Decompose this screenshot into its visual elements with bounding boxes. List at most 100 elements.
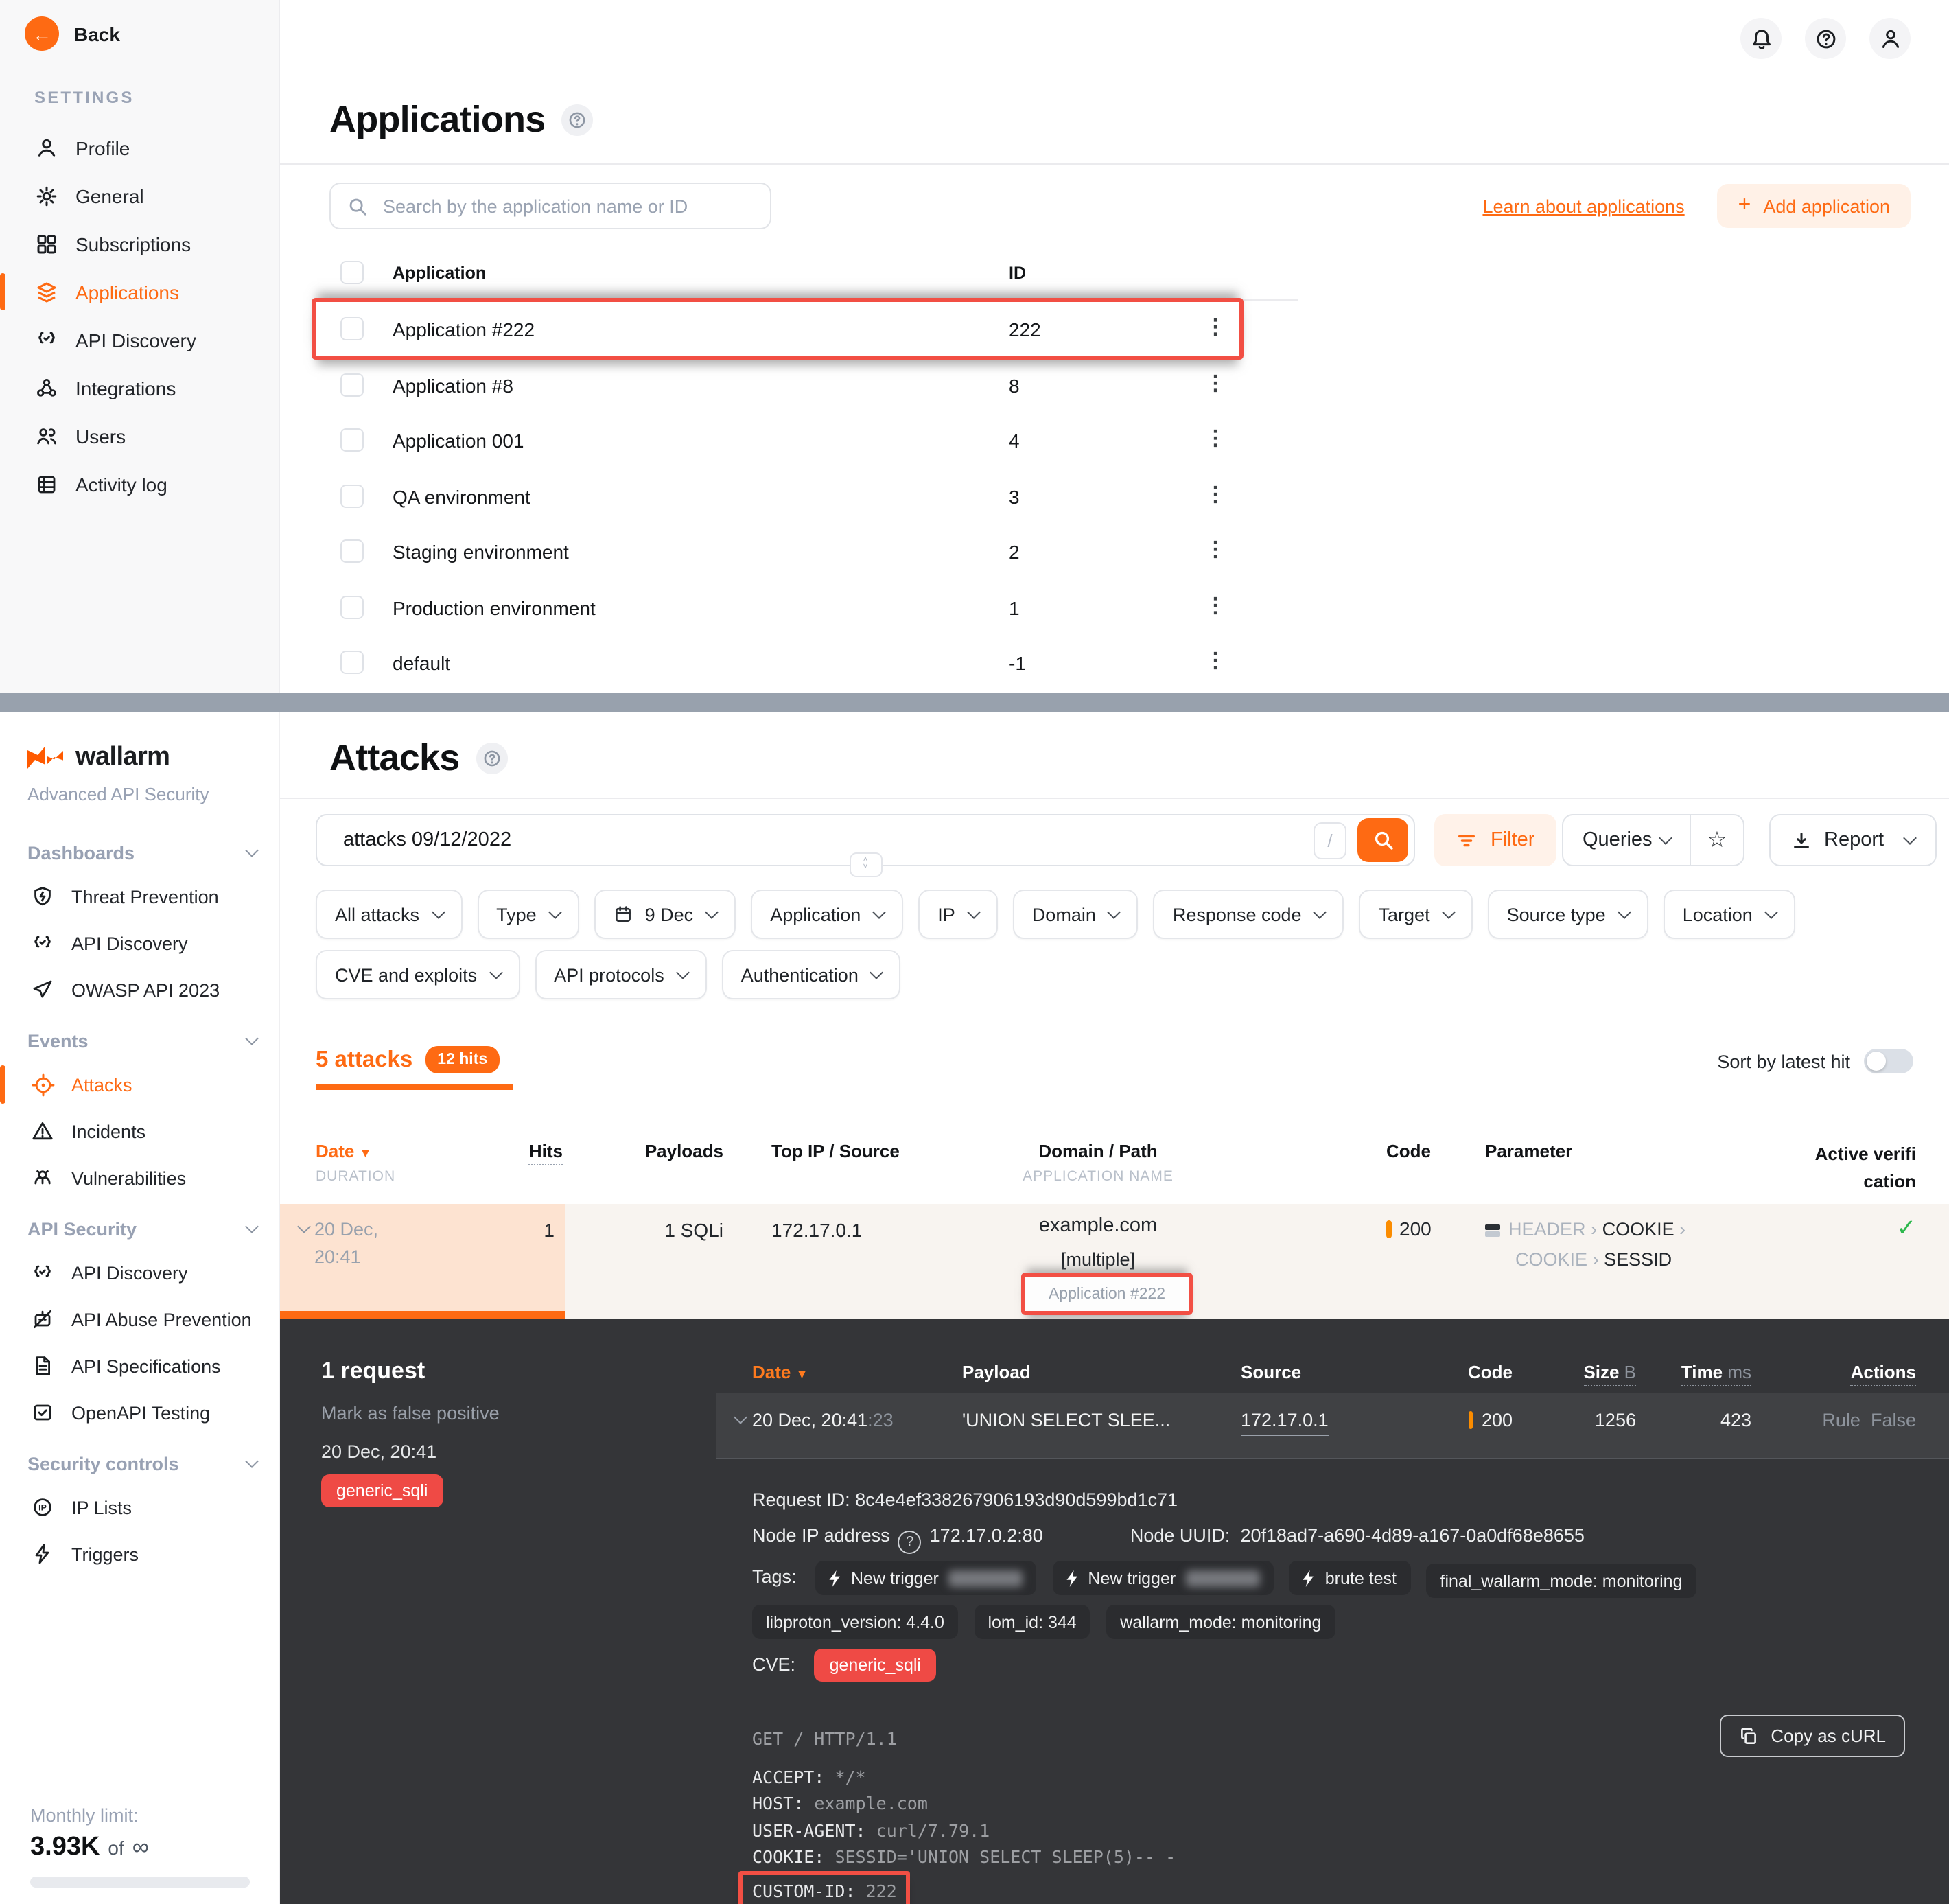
- chip-ip[interactable]: IP: [918, 890, 998, 939]
- row-kebab-menu-icon[interactable]: ⋮: [1205, 426, 1227, 452]
- sidebar-item-vulnerabilities[interactable]: Vulnerabilities: [0, 1154, 279, 1201]
- favorite-star-icon[interactable]: ☆: [1691, 815, 1744, 865]
- chip-authentication[interactable]: Authentication: [722, 950, 901, 999]
- chip-location[interactable]: Location: [1664, 890, 1795, 939]
- sidebar-item-incidents[interactable]: Incidents: [0, 1108, 279, 1154]
- select-all-checkbox[interactable]: [340, 261, 364, 284]
- tag-brute-test[interactable]: brute test: [1289, 1561, 1410, 1595]
- attack-row[interactable]: 20 Dec, 20:41 1 1 SQLi 172.17.0.1 exampl…: [280, 1204, 1949, 1319]
- row-kebab-menu-icon[interactable]: ⋮: [1205, 648, 1227, 675]
- chip-domain[interactable]: Domain: [1013, 890, 1139, 939]
- sidebar-item-activity-log[interactable]: Activity log: [0, 460, 279, 508]
- sidebar-item-api-abuse-prevention[interactable]: API Abuse Prevention: [0, 1296, 279, 1343]
- node-help-icon[interactable]: ?: [898, 1531, 922, 1554]
- dcolumn-time[interactable]: Time ms: [1653, 1362, 1751, 1382]
- sidebar-item-openapi-testing[interactable]: OpenAPI Testing: [0, 1389, 279, 1436]
- chip-response-code[interactable]: Response code: [1154, 890, 1344, 939]
- chip-target[interactable]: Target: [1359, 890, 1473, 939]
- row-checkbox[interactable]: [340, 317, 364, 340]
- row-checkbox[interactable]: [340, 539, 364, 563]
- tag-final-wallarm-mode[interactable]: final_wallarm_mode: monitoring: [1427, 1564, 1696, 1598]
- sidebar-item-subscriptions[interactable]: Subscriptions: [0, 220, 279, 268]
- dcolumn-size[interactable]: Size B: [1537, 1362, 1636, 1382]
- sidebar-item-api-discovery-sec[interactable]: API Discovery: [0, 1249, 279, 1296]
- row-kebab-menu-icon[interactable]: ⋮: [1205, 481, 1227, 508]
- table-row[interactable]: Application 001 4 ⋮: [329, 412, 1298, 467]
- queries-button[interactable]: Queries: [1563, 815, 1690, 865]
- chip-source-type[interactable]: Source type: [1488, 890, 1648, 939]
- tag-new-trigger-2[interactable]: New trigger: [1052, 1561, 1273, 1595]
- chip-api-protocols[interactable]: API protocols: [535, 950, 707, 999]
- sidebar-item-api-discovery[interactable]: API Discovery: [0, 316, 279, 364]
- request-row-source[interactable]: 172.17.0.1: [1241, 1410, 1329, 1436]
- table-row[interactable]: QA environment 3 ⋮: [329, 467, 1298, 523]
- sidebar-item-ip-lists[interactable]: IP IP Lists: [0, 1484, 279, 1531]
- column-date[interactable]: Date ▼: [316, 1141, 371, 1161]
- sidebar-item-triggers[interactable]: Triggers: [0, 1531, 279, 1577]
- report-button[interactable]: Report: [1769, 814, 1936, 866]
- attacks-search[interactable]: / ˄˅: [316, 814, 1415, 866]
- dcolumn-date[interactable]: Date ▼: [752, 1362, 808, 1382]
- help-icon[interactable]: [1805, 18, 1846, 59]
- row-kebab-menu-icon[interactable]: ⋮: [1205, 537, 1227, 564]
- dcolumn-actions[interactable]: Actions: [1817, 1362, 1916, 1382]
- search-resize-handle[interactable]: ˄˅: [849, 852, 882, 877]
- table-row[interactable]: Staging environment 2 ⋮: [329, 523, 1298, 579]
- row-checkbox[interactable]: [340, 651, 364, 674]
- attack-domain[interactable]: example.com: [994, 1215, 1202, 1237]
- chip-application[interactable]: Application: [751, 890, 903, 939]
- chip-date[interactable]: 9 Dec: [594, 890, 736, 939]
- sidebar-item-api-discovery-dash[interactable]: API Discovery: [0, 920, 279, 966]
- notifications-bell-icon[interactable]: [1740, 18, 1782, 59]
- row-checkbox[interactable]: [340, 428, 364, 452]
- nav-group-security-controls[interactable]: Security controls: [0, 1443, 279, 1484]
- tag-libproton-version[interactable]: libproton_version: 4.4.0: [752, 1605, 958, 1639]
- wallarm-logo[interactable]: wallarm: [27, 743, 170, 773]
- row-kebab-menu-icon[interactable]: ⋮: [1205, 370, 1227, 397]
- title-help-icon[interactable]: [476, 743, 508, 774]
- row-checkbox[interactable]: [340, 484, 364, 507]
- back-button[interactable]: ← Back: [25, 16, 120, 51]
- sort-toggle[interactable]: [1864, 1049, 1913, 1073]
- nav-group-api-security[interactable]: API Security: [0, 1208, 279, 1249]
- sidebar-item-general[interactable]: General: [0, 172, 279, 220]
- mark-false-positive-link[interactable]: Mark as false positive: [321, 1403, 500, 1424]
- row-checkbox[interactable]: [340, 595, 364, 618]
- applications-search-input[interactable]: [380, 194, 754, 218]
- tag-wallarm-mode[interactable]: wallarm_mode: monitoring: [1106, 1605, 1335, 1639]
- sidebar-item-users[interactable]: Users: [0, 412, 279, 460]
- sidebar-item-api-specifications[interactable]: API Specifications: [0, 1343, 279, 1389]
- copy-as-curl-button[interactable]: Copy as cURL: [1720, 1715, 1905, 1757]
- table-row[interactable]: default -1 ⋮: [329, 634, 1298, 690]
- sidebar-item-owasp-api-2023[interactable]: OWASP API 2023: [0, 966, 279, 1013]
- filter-button[interactable]: Filter: [1434, 814, 1556, 866]
- title-help-icon[interactable]: [561, 104, 593, 136]
- table-row[interactable]: Application #8 8 ⋮: [329, 356, 1298, 412]
- nav-group-events[interactable]: Events: [0, 1020, 279, 1061]
- attack-date-cell[interactable]: 20 Dec, 20:41 1: [280, 1204, 565, 1319]
- sidebar-item-profile[interactable]: Profile: [0, 124, 279, 172]
- applications-search[interactable]: [329, 183, 771, 229]
- request-row-band[interactable]: [716, 1393, 1949, 1459]
- sidebar-item-attacks[interactable]: Attacks: [0, 1061, 279, 1108]
- chevron-expand-icon[interactable]: [727, 1410, 745, 1430]
- row-checkbox[interactable]: [340, 373, 364, 396]
- tag-lom-id[interactable]: lom_id: 344: [974, 1605, 1090, 1639]
- table-row-application-222[interactable]: Application #222 222 ⋮: [329, 301, 1298, 356]
- request-row-actions[interactable]: Rule False: [1784, 1410, 1916, 1430]
- row-kebab-menu-icon[interactable]: ⋮: [1205, 592, 1227, 619]
- nav-group-dashboards[interactable]: Dashboards: [0, 832, 279, 873]
- row-kebab-menu-icon[interactable]: ⋮: [1205, 314, 1227, 341]
- sidebar-item-threat-prevention[interactable]: Threat Prevention: [0, 873, 279, 920]
- chip-type[interactable]: Type: [477, 890, 579, 939]
- search-submit-button[interactable]: [1357, 818, 1408, 862]
- table-row[interactable]: Production environment 1 ⋮: [329, 579, 1298, 634]
- column-hits[interactable]: Hits: [486, 1141, 563, 1161]
- sidebar-item-applications[interactable]: Applications: [0, 268, 279, 316]
- add-application-button[interactable]: + Add application: [1718, 184, 1911, 228]
- tag-new-trigger-1[interactable]: New trigger: [815, 1561, 1036, 1595]
- attacks-search-input[interactable]: [340, 828, 1314, 852]
- learn-about-applications-link[interactable]: Learn about applications: [1482, 196, 1684, 216]
- chip-cve-exploits[interactable]: CVE and exploits: [316, 950, 520, 999]
- chip-all-attacks[interactable]: All attacks: [316, 890, 462, 939]
